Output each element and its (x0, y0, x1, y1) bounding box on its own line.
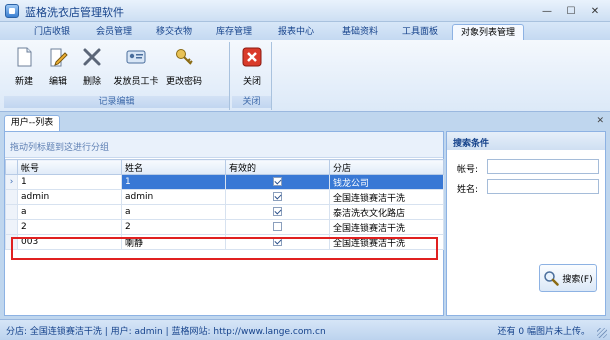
table-row[interactable]: admin admin 全国连锁赛洁干洗 (5, 189, 444, 205)
edit-pencil-icon (50, 48, 68, 67)
group-close-label: 关闭 (232, 96, 271, 108)
cell-valid[interactable] (225, 174, 330, 190)
cell-name[interactable]: 2 (121, 219, 226, 235)
group-by-hint: 拖动列标题到这进行分组 (5, 132, 443, 158)
group-close: 关闭 关闭 (232, 42, 272, 110)
cell-store[interactable]: 全国连锁赛洁干洗 (329, 219, 444, 235)
app-icon (5, 4, 19, 18)
upload-status: 还有 0 幅图片未上传。 (497, 327, 590, 337)
tab-basic-data[interactable]: 基础资料 (330, 24, 390, 40)
account-search-input[interactable] (487, 159, 599, 174)
window-title: 蓝格洗衣店管理软件 (25, 6, 124, 19)
cell-account[interactable]: a (17, 204, 122, 220)
cell-name[interactable]: a (121, 204, 226, 220)
search-button-label: 搜索(F) (562, 274, 593, 285)
issue-employee-card-button[interactable]: 发放员工卡 (113, 44, 159, 92)
account-label: 帐号: (457, 165, 479, 175)
column-header-account[interactable]: 帐号 (17, 159, 122, 175)
delete-x-icon (83, 48, 101, 66)
ribbon: 新建 编辑 删除 发放员工卡 更改密码 记录编辑 关闭 关闭 (0, 40, 610, 112)
new-document-icon (17, 47, 32, 67)
document-close-icon[interactable]: ✕ (596, 116, 604, 126)
checkbox-icon[interactable] (273, 192, 282, 201)
table-row[interactable]: 2 2 全国连锁赛洁干洗 (5, 219, 444, 235)
cell-valid[interactable] (225, 204, 330, 220)
row-indicator (5, 219, 18, 235)
row-indicator-header (5, 159, 18, 175)
tab-report-center[interactable]: 报表中心 (266, 24, 326, 40)
tab-transfer-clothes[interactable]: 移交衣物 (146, 24, 202, 40)
checkbox-icon[interactable] (273, 207, 282, 216)
key-icon (176, 49, 193, 65)
change-password-label: 更改密码 (165, 77, 202, 87)
delete-button[interactable]: 删除 (74, 44, 110, 92)
cell-store[interactable]: 全国连锁赛洁干洗 (329, 189, 444, 205)
column-header-valid[interactable]: 有效的 (225, 159, 330, 175)
tab-store-cashier[interactable]: 门店收银 (22, 24, 82, 40)
cell-valid[interactable] (225, 219, 330, 235)
group-record-edit-label: 记录编辑 (4, 96, 229, 108)
close-button[interactable]: 关闭 (234, 44, 270, 92)
tab-tool-panel[interactable]: 工具面板 (392, 24, 448, 40)
resize-grip-icon[interactable] (597, 328, 607, 338)
maximize-icon[interactable]: ☐ (560, 3, 582, 19)
search-button[interactable]: 搜索(F) (539, 264, 597, 292)
row-indicator (5, 189, 18, 205)
cell-valid[interactable] (225, 189, 330, 205)
magnifier-icon (544, 271, 560, 286)
column-header-store[interactable]: 分店 (329, 159, 444, 175)
cell-account[interactable]: 1 (17, 174, 122, 190)
name-search-input[interactable] (487, 179, 599, 194)
id-card-icon (126, 50, 146, 64)
red-highlight-annotation (11, 237, 438, 260)
grid-header-row: 帐号 姓名 有效的 分店 (5, 159, 444, 175)
issue-employee-card-label: 发放员工卡 (113, 77, 159, 87)
tab-inventory[interactable]: 库存管理 (204, 24, 264, 40)
row-indicator (5, 204, 18, 220)
table-row[interactable]: a a 泰洁洗衣文化路店 (5, 204, 444, 220)
search-panel: 搜索条件 帐号: 姓名: 搜索(F) (446, 131, 606, 316)
cell-store[interactable]: 泰洁洗衣文化路店 (329, 204, 444, 220)
cell-store[interactable]: 钱龙公司 (329, 174, 444, 190)
ribbon-tab-bar: 门店收银 会员管理 移交衣物 库存管理 报表中心 基础资料 工具面板 对象列表管… (0, 22, 610, 40)
cell-name[interactable]: admin (121, 189, 226, 205)
user-grid-panel: 拖动列标题到这进行分组 帐号 姓名 有效的 分店 › 1 1 钱龙公司 admi… (4, 131, 444, 316)
minimize-icon[interactable]: — (536, 3, 558, 19)
cell-account[interactable]: admin (17, 189, 122, 205)
document-tab-strip: 用户--列表 ✕ (0, 113, 610, 131)
delete-button-label: 删除 (82, 77, 101, 87)
close-red-icon (242, 47, 262, 67)
close-icon[interactable]: ✕ (584, 3, 606, 19)
checkbox-icon[interactable] (273, 177, 282, 186)
tab-member-management[interactable]: 会员管理 (84, 24, 144, 40)
status-bar: 分店: 全国连锁赛洁干洗 | 用户: admin | 蓝格网站: http://… (0, 319, 610, 340)
title-bar: 蓝格洗衣店管理软件 — ☐ ✕ (0, 0, 610, 22)
tab-user-list[interactable]: 用户--列表 (4, 115, 60, 131)
name-label: 姓名: (457, 185, 479, 195)
change-password-button[interactable]: 更改密码 (162, 44, 206, 92)
table-row[interactable]: › 1 1 钱龙公司 (5, 174, 444, 190)
cell-name[interactable]: 1 (121, 174, 226, 190)
checkbox-icon[interactable] (273, 222, 282, 231)
search-panel-title: 搜索条件 (447, 132, 605, 150)
status-info: 分店: 全国连锁赛洁干洗 | 用户: admin | 蓝格网站: http://… (6, 327, 326, 337)
row-indicator-icon: › (5, 174, 18, 190)
column-header-name[interactable]: 姓名 (121, 159, 226, 175)
group-record-edit: 新建 编辑 删除 发放员工卡 更改密码 记录编辑 (4, 42, 230, 110)
tab-object-list-management[interactable]: 对象列表管理 (452, 24, 524, 40)
window-controls: — ☐ ✕ (536, 3, 606, 19)
close-button-label: 关闭 (242, 77, 261, 87)
cell-account[interactable]: 2 (17, 219, 122, 235)
